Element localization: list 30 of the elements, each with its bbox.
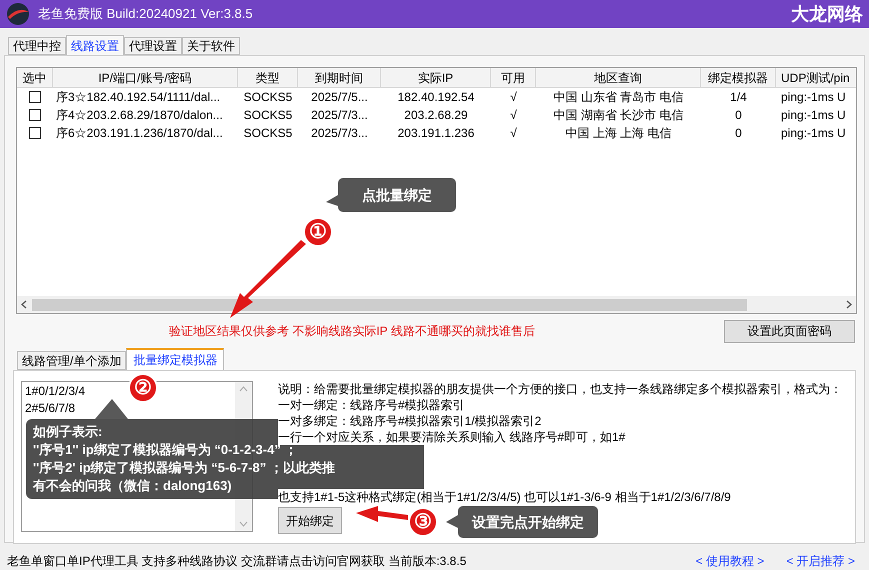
callout-label: 设置完点开始绑定 bbox=[458, 506, 598, 538]
notice-text: 验证地区结果仅供参考 不影响线路实际IP 线路不通哪买的就找谁售后 bbox=[169, 323, 535, 340]
table-cell-text: 中国 上海 上海 电信 bbox=[564, 125, 672, 142]
table-cell-text: SOCKS5 bbox=[242, 125, 294, 142]
table-cell-text: √ bbox=[509, 107, 518, 124]
table-cell-text: 182.40.192.54 bbox=[396, 89, 476, 106]
table-cell-text: ping:-1ms U bbox=[780, 89, 847, 106]
table-cell-text: SOCKS5 bbox=[242, 107, 294, 124]
table-cell-text: 中国 山东省 青岛市 电信 bbox=[552, 89, 684, 106]
table-cell-text: 2025/7/3... bbox=[310, 125, 369, 142]
table-cell-text: 序4☆203.2.68.29/1870/dalon... bbox=[55, 107, 224, 124]
table-cell-text: √ bbox=[509, 125, 518, 142]
table-cell-text: 203.2.68.29 bbox=[403, 107, 469, 124]
table-cell-text: 203.191.1.236 bbox=[396, 125, 476, 142]
brand-name: 大龙网络 bbox=[791, 2, 863, 26]
table-cell-text: 2025/7/3... bbox=[310, 107, 369, 124]
table-cell-text: 0 bbox=[734, 125, 743, 142]
table-cell-text: ping:-1ms U bbox=[780, 107, 847, 124]
table-cell-text: 中国 湖南省 长沙市 电信 bbox=[552, 107, 684, 124]
table-cell-text: 2025/7/5... bbox=[310, 89, 369, 106]
callout-label: 点批量绑定 bbox=[338, 178, 456, 212]
table-cell-text: 序3☆182.40.192.54/1111/dal... bbox=[55, 89, 222, 106]
window-title: 老鱼免费版 Build:20240921 Ver:3.8.5 bbox=[38, 5, 253, 24]
table-cell-text: ping:-1ms U bbox=[780, 125, 847, 142]
table-cell-text: 1/4 bbox=[729, 89, 748, 106]
status-text: 老鱼单窗口单IP代理工具 支持多种线路协议 交流群请点击访问官网获取 当前版本:3.8.5 bbox=[7, 553, 466, 570]
table-cell-text: 0 bbox=[734, 107, 743, 124]
table-cell-text: 序6☆203.191.1.236/1870/dal... bbox=[55, 125, 224, 142]
table-cell-text: SOCKS5 bbox=[242, 89, 294, 106]
table-cell-text: √ bbox=[509, 89, 518, 106]
